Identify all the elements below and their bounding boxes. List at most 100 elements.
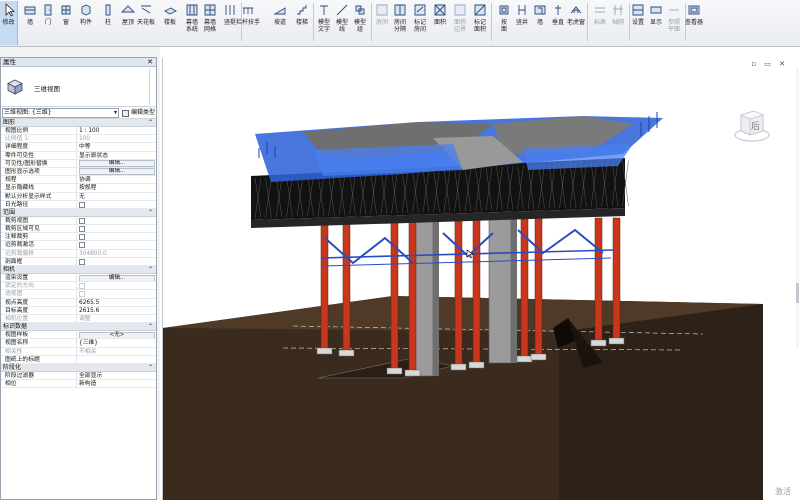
ribbon-button-34[interactable]: 查看器: [684, 1, 704, 45]
ribbon-button-19[interactable]: 房间 分隔: [390, 1, 410, 45]
ribbon-button-12[interactable]: 栏杆扶手: [236, 1, 260, 45]
ribbon-button-label: 楼板: [163, 19, 176, 26]
property-checkbox[interactable]: [79, 217, 85, 224]
property-value[interactable]: 2615.6: [77, 307, 156, 314]
ribbon-button-24[interactable]: 按 面: [494, 1, 514, 45]
property-checkbox[interactable]: [79, 226, 85, 233]
type-name: 三维视图: [34, 85, 60, 93]
door-icon: [44, 4, 52, 16]
grid-icon: [613, 5, 623, 15]
ribbon-button-6[interactable]: 屋顶: [118, 1, 138, 45]
model-text-icon: [320, 5, 328, 15]
collapse-icon[interactable]: ⌃: [148, 209, 153, 217]
ribbon-button-8[interactable]: 楼板: [160, 1, 180, 45]
ribbon-button-29[interactable]: 标高: [590, 1, 610, 45]
property-value: 编辑...: [77, 274, 156, 282]
property-checkbox[interactable]: [79, 242, 85, 249]
property-value[interactable]: 新构造: [77, 380, 156, 387]
ribbon-button-5[interactable]: 柱: [98, 1, 118, 45]
ribbon-button-9[interactable]: 幕墙 系统: [182, 1, 202, 45]
property-edit-button[interactable]: <无>: [79, 331, 155, 339]
ribbon-button-32[interactable]: 显示: [646, 1, 666, 45]
modify-button[interactable]: 修改: [0, 1, 18, 45]
ribbon-button-17[interactable]: 模型 组: [350, 1, 370, 45]
ribbon-button-28[interactable]: 老虎窗: [566, 1, 586, 45]
property-value[interactable]: 中等: [77, 143, 156, 150]
type-selector[interactable]: 三维视图: [1, 67, 156, 107]
type-selector-scroll[interactable]: [149, 69, 154, 105]
property-key: 视图样板: [1, 331, 77, 339]
ribbon-button-27[interactable]: 垂直: [548, 1, 568, 45]
property-section-label: 图形: [3, 119, 16, 126]
ribbon-button-2[interactable]: 门: [38, 1, 58, 45]
ribbon-button-21[interactable]: 面积: [430, 1, 450, 45]
properties-list: 图形 ⌃ 视图比例 1 : 100 比例值 1: 100 详细程度 中等 零件可见性 显示原状态可…: [1, 119, 156, 389]
3d-viewport[interactable]: ▫ ▭ ✕ 后 激活: [162, 58, 800, 500]
property-key: 视图名称: [1, 339, 77, 347]
collapse-icon[interactable]: ⌃: [148, 364, 153, 372]
edit-type-button[interactable]: 编辑类型: [122, 108, 155, 118]
ribbon-button-14[interactable]: 楼梯: [292, 1, 312, 45]
property-key: 阶段过滤器: [1, 371, 77, 380]
ribbon-button-20[interactable]: 标记 房间: [410, 1, 430, 45]
ribbon-button-15[interactable]: 模型 文字: [314, 1, 334, 45]
property-row: 零件可见性 显示原状态: [1, 151, 156, 160]
collapse-icon[interactable]: ⌃: [148, 266, 153, 274]
ribbon-button-label: 坡道: [273, 19, 286, 26]
instance-selector[interactable]: 三维视图: {三维}: [2, 108, 119, 118]
ribbon-button-25[interactable]: 竖井: [512, 1, 532, 45]
ribbon-button-4[interactable]: 构件: [76, 1, 96, 45]
property-value[interactable]: 协调: [77, 176, 156, 183]
ribbon-button-1[interactable]: 墙: [20, 1, 40, 45]
property-section-header[interactable]: 标识数据 ⌃: [1, 323, 156, 332]
property-edit-button[interactable]: 编辑...: [79, 160, 155, 167]
property-edit-button[interactable]: 编辑...: [79, 168, 155, 176]
collapse-icon[interactable]: ⌃: [148, 323, 153, 331]
ribbon-button-30[interactable]: 轴网: [608, 1, 628, 45]
property-section-header[interactable]: 阶段化 ⌃: [1, 363, 156, 372]
ribbon-button-22[interactable]: 面积 边界: [450, 1, 470, 45]
property-key: 视点高度: [1, 298, 77, 306]
viewport-scrollbar[interactable]: [795, 68, 800, 348]
collapse-icon[interactable]: ⌃: [148, 119, 153, 127]
property-checkbox[interactable]: [79, 258, 85, 265]
property-section-header[interactable]: 范围 ⌃: [1, 208, 156, 217]
close-icon[interactable]: ✕: [147, 58, 153, 67]
property-section-header[interactable]: 图形 ⌃: [1, 119, 156, 127]
wall-icon: [24, 6, 36, 15]
set-icon: [632, 4, 644, 16]
property-value: [77, 241, 156, 249]
property-checkbox: [79, 283, 85, 290]
ribbon-button-7[interactable]: 天花板: [136, 1, 156, 45]
ribbon-button-33[interactable]: 参照 平面: [664, 1, 684, 45]
ribbon-button-10[interactable]: 幕墙 网格: [200, 1, 220, 45]
vertical-icon: [555, 5, 561, 15]
property-value[interactable]: 显示原状态: [77, 152, 156, 159]
ribbon-button-18[interactable]: 房间: [372, 1, 392, 45]
soil-block: [163, 296, 763, 500]
room-icon: [376, 4, 388, 16]
property-value[interactable]: 全部显示: [77, 372, 156, 379]
ribbon-button-label: 楼梯: [295, 19, 308, 26]
property-value[interactable]: [77, 356, 156, 363]
ribbon-button-3[interactable]: 窗: [56, 1, 76, 45]
property-checkbox[interactable]: [79, 234, 85, 241]
model-group-icon: [355, 5, 365, 15]
viewcube[interactable]: 后: [732, 105, 772, 143]
property-section-header[interactable]: 相机 ⌃: [1, 266, 156, 274]
property-value[interactable]: 按规程: [77, 184, 156, 191]
property-value[interactable]: {三维}: [77, 339, 156, 346]
ribbon-button-31[interactable]: 设置: [628, 1, 648, 45]
ribbon-button-26[interactable]: 墙: [530, 1, 550, 45]
by-face-icon: [499, 5, 509, 15]
ribbon-button-16[interactable]: 模型 线: [332, 1, 352, 45]
property-value[interactable]: 无: [77, 193, 156, 200]
property-key: 图纸上的标题: [1, 355, 77, 363]
property-checkbox[interactable]: [79, 201, 85, 208]
ribbon-button-23[interactable]: 标记 面积: [470, 1, 490, 45]
property-key: 视图比例: [1, 127, 77, 135]
property-value[interactable]: 1 : 100: [77, 127, 156, 134]
property-value[interactable]: 6265.5: [77, 299, 156, 306]
property-edit-button[interactable]: 编辑...: [79, 274, 155, 282]
ribbon-button-13[interactable]: 坡道: [270, 1, 290, 45]
